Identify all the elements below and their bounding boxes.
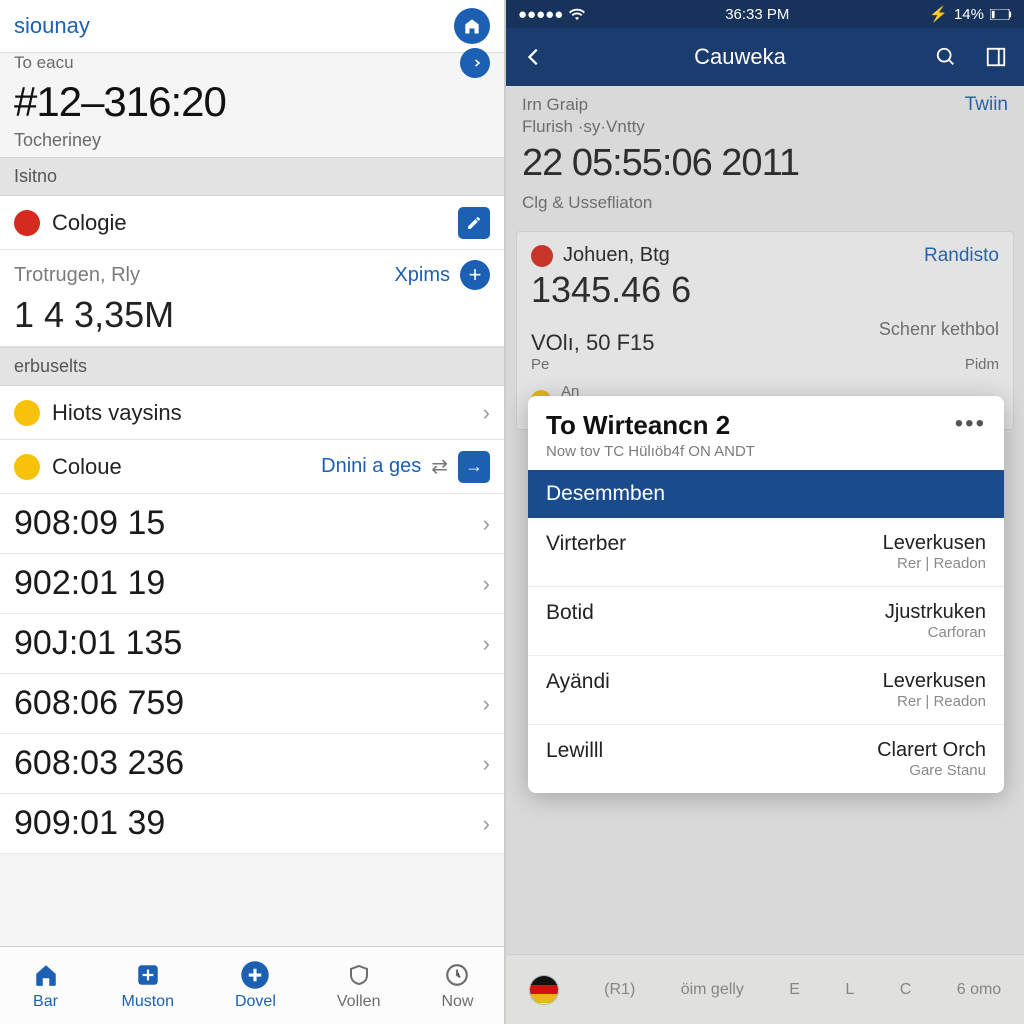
shuffle-icon: ⇄ bbox=[431, 454, 448, 479]
tab-bar-item[interactable]: Bar bbox=[31, 960, 61, 1011]
list-item[interactable]: 608:06 759 › bbox=[0, 674, 504, 734]
dist-value: 1 4 3,35M bbox=[14, 294, 490, 336]
popup-row-left: Botid bbox=[546, 601, 594, 625]
grid-icon bbox=[133, 960, 163, 990]
add-icon[interactable]: + bbox=[460, 260, 490, 290]
tab-label: Bar bbox=[33, 993, 58, 1011]
popup-title: To Wirteancn 2 bbox=[546, 410, 755, 441]
to-row: To eacu bbox=[0, 48, 504, 78]
time-value: 902:01 19 bbox=[14, 564, 165, 603]
red-dot-icon bbox=[14, 210, 40, 236]
cologie-label: Cologie bbox=[52, 210, 127, 236]
chevron-right-icon: › bbox=[483, 631, 490, 657]
popup-row-r2: Carforan bbox=[885, 624, 986, 641]
yellow-dot-icon bbox=[14, 454, 40, 480]
popup-row[interactable]: Virterber LeverkusenRer | Readon bbox=[528, 518, 1004, 587]
time-value: 908:09 15 bbox=[14, 504, 165, 543]
popup-row-left: Lewilll bbox=[546, 739, 603, 763]
section-isitno: Isitno bbox=[0, 157, 504, 196]
list-item[interactable]: 909:01 39 › bbox=[0, 794, 504, 854]
tab-label: Vollen bbox=[337, 993, 381, 1011]
chevron-right-icon: › bbox=[483, 511, 490, 537]
list-item[interactable]: 608:03 236 › bbox=[0, 734, 504, 794]
tab-label: Dovel bbox=[235, 993, 276, 1011]
brand-label: siounay bbox=[14, 13, 90, 39]
header-building-icon[interactable] bbox=[454, 8, 490, 44]
coloue-label: Coloue bbox=[52, 454, 122, 480]
tab-label: Now bbox=[441, 993, 473, 1011]
nav-bar: Cauweka bbox=[506, 28, 1024, 86]
back-icon[interactable] bbox=[518, 41, 550, 73]
right-pane: ●●●●● 36:33 PM ⚡ 14% Cauweka bbox=[506, 0, 1024, 1024]
popup-row-r1: Leverkusen bbox=[883, 532, 986, 555]
popup-row-left: Virterber bbox=[546, 532, 626, 556]
popup-row-r1: Clarert Orch bbox=[877, 739, 986, 762]
chevron-right-icon: › bbox=[483, 400, 490, 426]
xpims-link[interactable]: Xpims bbox=[394, 264, 450, 287]
plus-circle-icon bbox=[240, 960, 270, 990]
chevron-right-icon: › bbox=[483, 691, 490, 717]
left-header: siounay bbox=[0, 0, 504, 53]
status-time: 36:33 PM bbox=[725, 6, 789, 23]
time-value: 90J:01 135 bbox=[14, 624, 182, 663]
popup-row-left: Ayändi bbox=[546, 670, 610, 694]
tab-bar-item[interactable]: Vollen bbox=[337, 960, 381, 1011]
popup-sub: Now tov TC Hülıöb4f ON ANDT bbox=[546, 443, 755, 460]
home-icon bbox=[31, 960, 61, 990]
tab-label: Muston bbox=[122, 993, 174, 1011]
popup-row[interactable]: Ayändi LeverkusenRer | Readon bbox=[528, 656, 1004, 725]
battery-icon bbox=[990, 9, 1012, 20]
chevron-right-icon: › bbox=[483, 751, 490, 777]
tab-bar: Bar Muston Dovel Vollen Now bbox=[0, 946, 504, 1024]
popup-selected[interactable]: Desemmben bbox=[528, 470, 1004, 518]
popup-row[interactable]: Lewilll Clarert OrchGare Stanu bbox=[528, 725, 1004, 793]
dnini-link[interactable]: Dnini a ges bbox=[321, 455, 421, 478]
popup-row-r1: Leverkusen bbox=[883, 670, 986, 693]
go-arrow-icon[interactable]: → bbox=[458, 451, 490, 483]
edit-icon[interactable] bbox=[458, 207, 490, 239]
trotrugen-row: Trotrugen, Rly Xpims + 1 4 3,35M bbox=[0, 250, 504, 347]
status-bar: ●●●●● 36:33 PM ⚡ 14% bbox=[506, 0, 1024, 28]
main-number: #12–316:20 bbox=[0, 78, 504, 130]
popup-row[interactable]: Botid JjustrkukenCarforan bbox=[528, 587, 1004, 656]
signal-icon: ●●●●● bbox=[518, 6, 563, 23]
trot-label: Trotrugen, Rly bbox=[14, 264, 140, 287]
popup-row-r2: Rer | Readon bbox=[883, 693, 986, 710]
popup-row-r1: Jjustrkuken bbox=[885, 601, 986, 624]
hiots-row[interactable]: Hiots vaysins › bbox=[0, 386, 504, 440]
popup-row-r2: Gare Stanu bbox=[877, 762, 986, 779]
tab-bar-item[interactable]: Now bbox=[441, 960, 473, 1011]
panel-icon[interactable] bbox=[980, 41, 1012, 73]
yellow-dot-icon bbox=[14, 400, 40, 426]
clock-icon bbox=[442, 960, 472, 990]
list-item[interactable]: 90J:01 135 › bbox=[0, 614, 504, 674]
nav-title: Cauweka bbox=[694, 44, 786, 70]
shield-icon bbox=[344, 960, 374, 990]
chevron-right-icon: › bbox=[483, 811, 490, 837]
time-value: 608:06 759 bbox=[14, 684, 184, 723]
coloue-row[interactable]: Coloue Dnini a ges ⇄ → bbox=[0, 440, 504, 494]
to-label: To eacu bbox=[14, 53, 74, 73]
list-item[interactable]: 908:09 15 › bbox=[0, 494, 504, 554]
tab-bar-item[interactable]: Dovel bbox=[235, 960, 276, 1011]
go-icon[interactable] bbox=[460, 48, 490, 78]
section-erbuselts: erbuselts bbox=[0, 347, 504, 386]
bolt-icon: ⚡ bbox=[929, 5, 948, 23]
chevron-right-icon: › bbox=[483, 571, 490, 597]
time-value: 608:03 236 bbox=[14, 744, 184, 783]
tab-bar-item[interactable]: Muston bbox=[122, 960, 174, 1011]
search-icon[interactable] bbox=[930, 41, 962, 73]
time-value: 909:01 39 bbox=[14, 804, 165, 843]
hiots-label: Hiots vaysins bbox=[52, 400, 182, 426]
battery-text: 14% bbox=[954, 6, 984, 23]
more-icon[interactable]: ••• bbox=[955, 410, 986, 438]
wifi-icon bbox=[569, 8, 585, 20]
cologie-row[interactable]: Cologie bbox=[0, 196, 504, 250]
list-item[interactable]: 902:01 19 › bbox=[0, 554, 504, 614]
main-sub: Tocheriney bbox=[0, 130, 504, 157]
popup-card: To Wirteancn 2 Now tov TC Hülıöb4f ON AN… bbox=[528, 396, 1004, 793]
left-pane: siounay To eacu #12–316:20 Tocheriney Is… bbox=[0, 0, 506, 1024]
popup-row-r2: Rer | Readon bbox=[883, 555, 986, 572]
